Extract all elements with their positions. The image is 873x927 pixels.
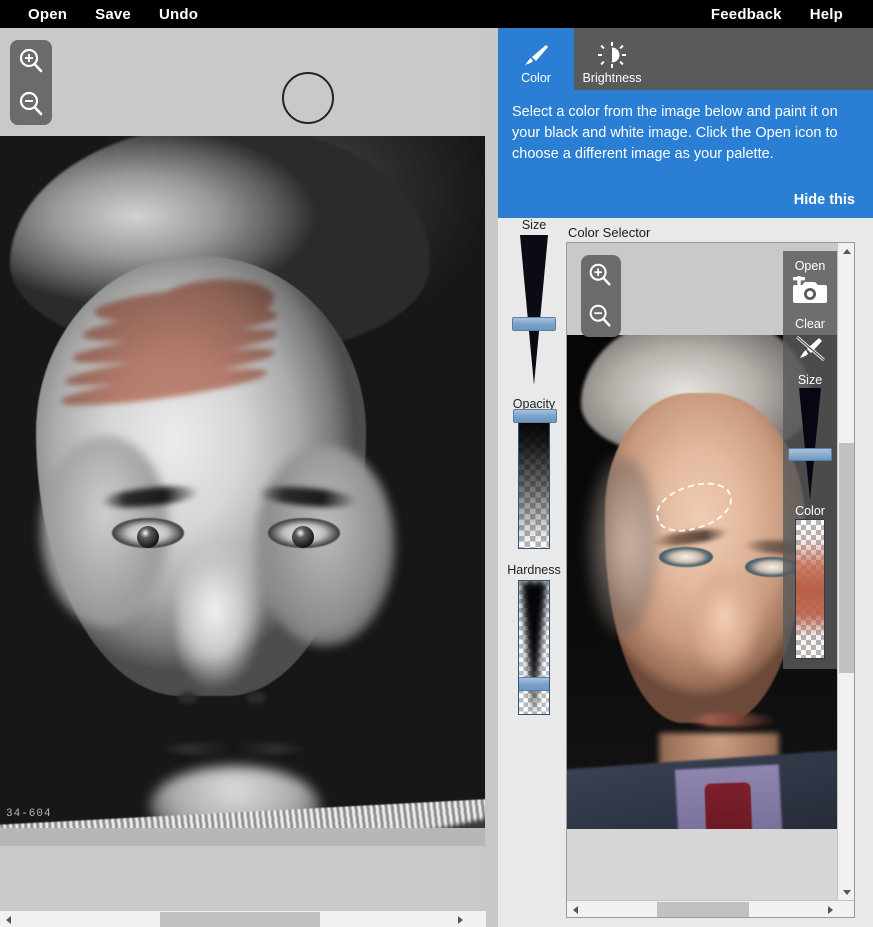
hardness-slider[interactable] (518, 580, 550, 715)
magnifier-minus-icon[interactable] (16, 89, 46, 119)
palette-vscroll-thumb[interactable] (839, 443, 854, 673)
magnifier-minus-icon[interactable] (586, 302, 616, 332)
triangle-down-icon (842, 890, 851, 895)
menu-undo[interactable]: Undo (145, 6, 212, 23)
palette-scroll-left-button[interactable] (567, 901, 584, 917)
instruction-text: Select a color from the image below and … (512, 104, 838, 163)
panel-tab-bar: Color Brightness (498, 28, 873, 90)
color-selector-box: Open Clear Size Color (566, 242, 855, 918)
brush-settings-column: Size Opacity Hardness (503, 218, 565, 918)
color-label: Color (795, 504, 825, 518)
size-slider-label: Size (521, 218, 547, 232)
palette-scroll-right-button[interactable] (822, 901, 839, 917)
brightness-contrast-icon (598, 42, 626, 68)
tools-panel: Color Brightness Select a color from the… (498, 28, 873, 927)
size-slider-group: Size (503, 218, 565, 385)
editor-horizontal-scrollbar[interactable] (0, 910, 486, 927)
instruction-banner: Select a color from the image below and … (498, 90, 873, 218)
size-slider[interactable] (512, 235, 556, 385)
color-selector-zoom-toolbar (581, 255, 621, 337)
color-selector-bottom-strip (567, 829, 839, 901)
camera-add-icon[interactable] (791, 273, 829, 311)
scroll-left-button[interactable] (0, 911, 17, 927)
palette-floating-toolbar: Open Clear Size Color (783, 251, 837, 669)
menu-save[interactable]: Save (81, 6, 145, 23)
magnifier-plus-icon[interactable] (586, 261, 616, 291)
hardness-slider-group: Hardness (503, 563, 565, 715)
editor-canvas[interactable]: 34-604 (0, 136, 486, 846)
menu-open[interactable]: Open (14, 6, 81, 23)
menu-right-group: Feedback Help (697, 6, 873, 23)
palette-hscroll-thumb[interactable] (657, 902, 749, 917)
palette-vertical-scrollbar[interactable] (837, 243, 854, 901)
triangle-right-icon (828, 905, 833, 914)
tab-color-label: Color (521, 71, 551, 85)
brush-off-icon[interactable] (793, 334, 827, 367)
menu-help[interactable]: Help (796, 6, 857, 23)
size-cone-graphic (520, 235, 548, 385)
painted-color-strokes (58, 275, 298, 416)
photo-watermark: 34-604 (6, 808, 52, 820)
editor-vertical-scrollbar[interactable] (485, 28, 486, 910)
opacity-slider-group: Opacity (503, 397, 565, 549)
triangle-right-icon (458, 915, 463, 924)
scroll-right-button[interactable] (452, 911, 469, 927)
size-slider-thumb[interactable] (512, 317, 556, 331)
palette-size-cone-graphic (799, 388, 821, 500)
palette-scroll-up-button[interactable] (838, 243, 854, 260)
menu-left-group: Open Save Undo (0, 6, 212, 23)
triangle-up-icon (842, 249, 851, 254)
hardness-cone-graphic (521, 581, 547, 714)
hide-this-button[interactable]: Hide this (794, 192, 855, 208)
triangle-left-icon (573, 905, 578, 914)
top-menu-bar: Open Save Undo Feedback Help (0, 0, 873, 28)
picked-color-strip[interactable] (795, 519, 825, 659)
tab-brightness[interactable]: Brightness (574, 28, 650, 90)
color-selector-title: Color Selector (568, 225, 651, 240)
editor-hscroll-thumb[interactable] (160, 912, 320, 927)
editor-pane: 34-604 (0, 28, 486, 927)
triangle-left-icon (6, 915, 11, 924)
hardness-slider-thumb[interactable] (519, 677, 549, 691)
palette-horizontal-scrollbar[interactable] (567, 900, 854, 917)
hardness-slider-label: Hardness (507, 563, 561, 577)
editor-zoom-toolbar (10, 40, 52, 125)
magnifier-plus-icon[interactable] (16, 46, 46, 76)
opacity-slider[interactable] (513, 409, 557, 549)
paintbrush-icon (521, 42, 551, 68)
tab-color[interactable]: Color (498, 28, 574, 90)
tab-brightness-label: Brightness (582, 71, 642, 85)
black-and-white-photo[interactable]: 34-604 (0, 136, 486, 828)
opacity-slider-thumb[interactable] (513, 409, 557, 423)
clear-label: Clear (795, 317, 825, 331)
palette-size-slider-thumb[interactable] (788, 448, 832, 461)
menu-feedback[interactable]: Feedback (697, 6, 796, 23)
size-label: Size (797, 373, 823, 387)
palette-scroll-down-button[interactable] (838, 884, 854, 901)
palette-size-slider[interactable] (788, 388, 832, 500)
open-label: Open (794, 259, 826, 273)
brush-size-circle-icon (282, 72, 334, 124)
